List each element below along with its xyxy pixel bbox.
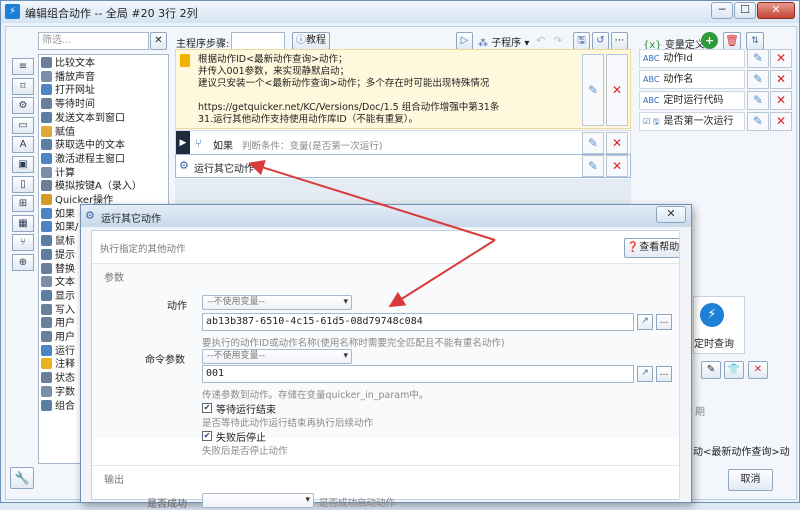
annotation-arrows — [248, 159, 496, 308]
arrow-to-step — [248, 159, 496, 241]
arrow-to-action-id — [388, 239, 496, 308]
